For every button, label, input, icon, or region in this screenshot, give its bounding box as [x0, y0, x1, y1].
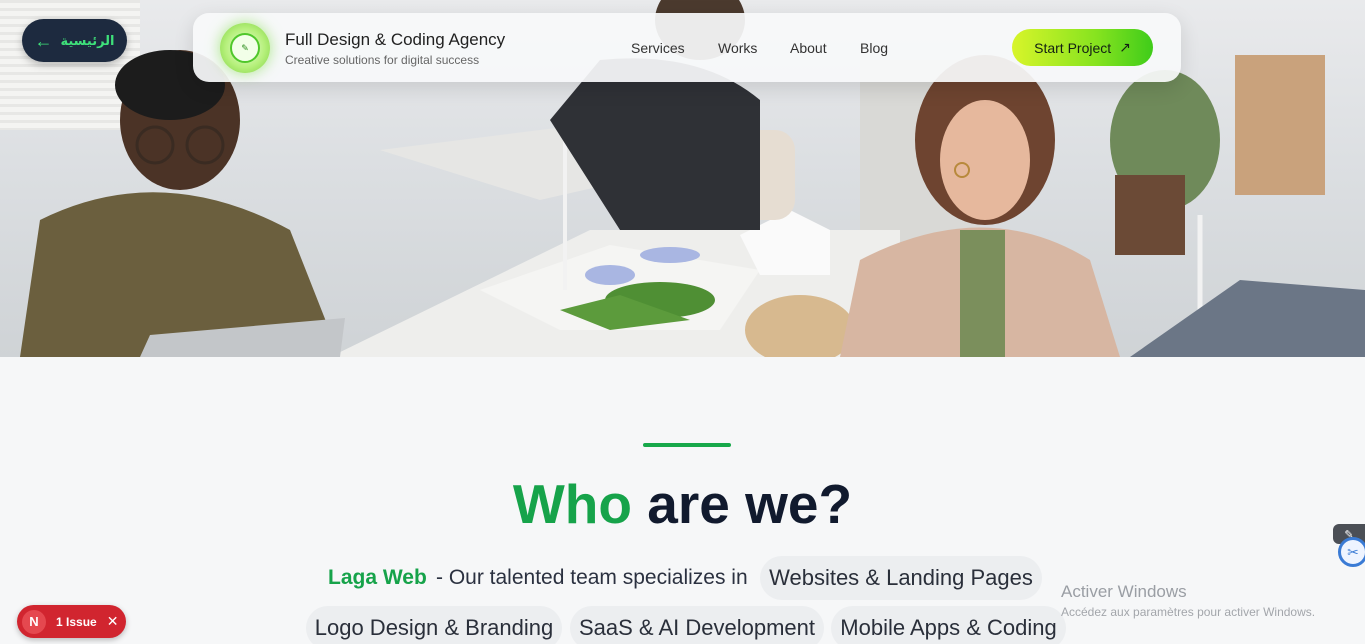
service-pill-saas-ai: SaaS & AI Development: [570, 606, 824, 644]
nav-link-works[interactable]: Works: [718, 40, 757, 56]
windows-watermark-subtitle: Accédez aux paramètres pour activer Wind…: [1061, 605, 1316, 619]
headline-highlight: Who: [512, 473, 632, 535]
service-pill-logo-design: Logo Design & Branding: [306, 606, 562, 644]
service-pill-mobile-apps: Mobile Apps & Coding: [831, 606, 1066, 644]
issue-badge[interactable]: N 1 Issue ✕: [17, 605, 126, 638]
start-project-label: Start Project: [1034, 39, 1112, 56]
close-icon[interactable]: ✕: [107, 613, 119, 630]
issue-count: 1 Issue: [56, 614, 97, 629]
nav-link-services[interactable]: Services: [631, 40, 685, 56]
brand-title: Full Design & Coding Agency: [285, 30, 506, 49]
agency-logo-icon: ✎: [230, 33, 260, 63]
service-pill-websites: Websites & Landing Pages: [760, 556, 1042, 600]
scissors-tool-icon[interactable]: ✂: [1338, 537, 1365, 567]
brand-name: Laga Web: [328, 566, 427, 589]
navbar: ✎ Full Design & Coding Agency Creative s…: [193, 13, 1181, 82]
agency-logo[interactable]: ✎: [220, 23, 270, 73]
windows-watermark-title: Activer Windows: [1061, 582, 1187, 601]
next-logo-icon: N: [22, 609, 46, 634]
section-headline: Who are we?: [0, 472, 1365, 536]
brand-subtitle: Creative solutions for digital success: [285, 53, 480, 67]
intro-text: - Our talented team specializes in: [436, 566, 748, 589]
arrow-up-right-icon: ↗: [1119, 39, 1131, 55]
nav-link-blog[interactable]: Blog: [860, 40, 888, 56]
section-accent-line: [643, 443, 731, 447]
nav-link-about[interactable]: About: [790, 40, 827, 56]
arrow-left-icon: ←: [34, 30, 53, 51]
start-project-button[interactable]: Start Project ↗: [1012, 29, 1153, 66]
headline-rest: are we?: [647, 473, 853, 535]
home-back-label: الرئيسية: [60, 32, 115, 48]
home-back-button[interactable]: ← الرئيسية: [22, 19, 127, 62]
